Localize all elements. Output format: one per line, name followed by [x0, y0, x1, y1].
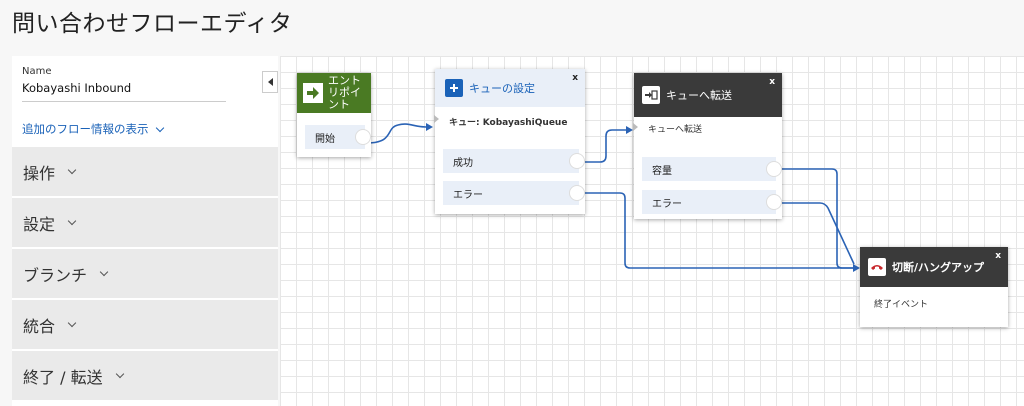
name-label: Name: [22, 66, 52, 77]
entry-block-title: エントリポイント: [328, 74, 361, 111]
section-integrate[interactable]: 統合: [12, 300, 278, 349]
output-port-success[interactable]: [569, 153, 585, 169]
port-row-capacity: 容量: [642, 157, 782, 181]
arrow-right-icon: [303, 83, 323, 103]
section-actions[interactable]: 操作: [12, 147, 278, 196]
chevron-down-icon: [115, 369, 124, 379]
entry-point-block[interactable]: エントリポイント 開始: [297, 73, 371, 157]
arrowhead: [426, 123, 433, 131]
input-port-marker: [434, 115, 439, 123]
close-icon[interactable]: x: [995, 251, 1001, 261]
arrowhead: [626, 126, 633, 134]
disconnect-block[interactable]: 切断/ハングアップ x 終了イベント: [860, 247, 1008, 327]
set-queue-detail: キュー: KobayashiQueue: [449, 118, 568, 128]
more-flow-info-link[interactable]: 追加のフロー情報の表示: [22, 121, 164, 137]
chevron-down-icon: [67, 216, 77, 226]
section-label: ブランチ: [23, 265, 88, 285]
close-icon[interactable]: x: [572, 73, 578, 83]
disconnect-title: 切断/ハングアップ: [892, 261, 985, 274]
section-label: 終了 / 転送: [23, 367, 103, 387]
transfer-queue-title: キューへ転送: [666, 89, 732, 102]
output-port-error[interactable]: [569, 185, 585, 201]
caret-left-icon: [267, 78, 273, 86]
set-queue-title: キューの設定: [469, 82, 535, 95]
transfer-queue-icon: [642, 86, 660, 104]
transfer-queue-detail: キューへ転送: [648, 125, 703, 135]
port-label-start: 開始: [315, 133, 335, 145]
wire-start-to-set-queue: [365, 123, 427, 144]
output-port-error[interactable]: [766, 194, 782, 210]
set-queue-block[interactable]: キューの設定 x キュー: KobayashiQueue 成功 エラー: [434, 69, 585, 214]
section-terminate-transfer[interactable]: 終了 / 転送: [12, 351, 278, 400]
port-label-error: エラー: [453, 189, 483, 201]
port-row-success: 成功: [443, 149, 585, 173]
port-label-success: 成功: [453, 157, 473, 169]
output-port-start[interactable]: [355, 129, 371, 145]
sidebar: Name Kobayashi Inbound 追加のフロー情報の表示 操作 設定…: [12, 56, 278, 406]
entry-block-header: エントリポイント: [297, 73, 371, 113]
collapse-sidebar-button[interactable]: [262, 71, 278, 93]
chevron-down-icon: [99, 267, 109, 277]
more-flow-info-label: 追加のフロー情報の表示: [22, 122, 149, 136]
close-icon[interactable]: x: [769, 77, 775, 87]
port-row-start: 開始: [305, 125, 371, 149]
arrowhead: [853, 264, 860, 272]
disconnect-detail: 終了イベント: [874, 300, 929, 310]
section-branch[interactable]: ブランチ: [12, 249, 278, 298]
transfer-queue-header: キューへ転送 x: [634, 73, 782, 117]
page-title: 問い合わせフローエディタ: [12, 11, 293, 37]
queue-plus-icon: [445, 79, 463, 97]
chevron-down-icon: [155, 123, 164, 132]
port-row-error: エラー: [443, 181, 585, 205]
transfer-to-queue-block[interactable]: キューへ転送 x キューへ転送 容量 エラー: [633, 73, 782, 219]
chevron-down-icon: [67, 165, 77, 175]
flow-name-field[interactable]: Kobayashi Inbound: [22, 81, 226, 102]
port-row-transfer-error: エラー: [642, 190, 782, 214]
section-label: 統合: [23, 316, 56, 336]
section-label: 操作: [23, 163, 56, 183]
port-label-error: エラー: [652, 198, 682, 210]
disconnect-header: 切断/ハングアップ x: [860, 247, 1008, 287]
chevron-down-icon: [67, 318, 77, 328]
set-queue-header: キューの設定 x: [435, 69, 585, 107]
section-settings[interactable]: 設定: [12, 198, 278, 247]
flow-canvas[interactable]: エントリポイント 開始 キューの設定 x キュー: KobayashiQueue…: [280, 56, 1024, 406]
port-label-capacity: 容量: [652, 165, 672, 177]
phone-hangup-icon: [868, 258, 886, 276]
section-label: 設定: [23, 214, 56, 234]
input-port-marker: [633, 123, 638, 131]
wire-capacity-to-disconnect: [780, 168, 854, 269]
wire-transfer-error-to-disconnect: [780, 202, 855, 265]
wire-success-to-transfer: [582, 129, 626, 163]
output-port-capacity[interactable]: [766, 161, 782, 177]
